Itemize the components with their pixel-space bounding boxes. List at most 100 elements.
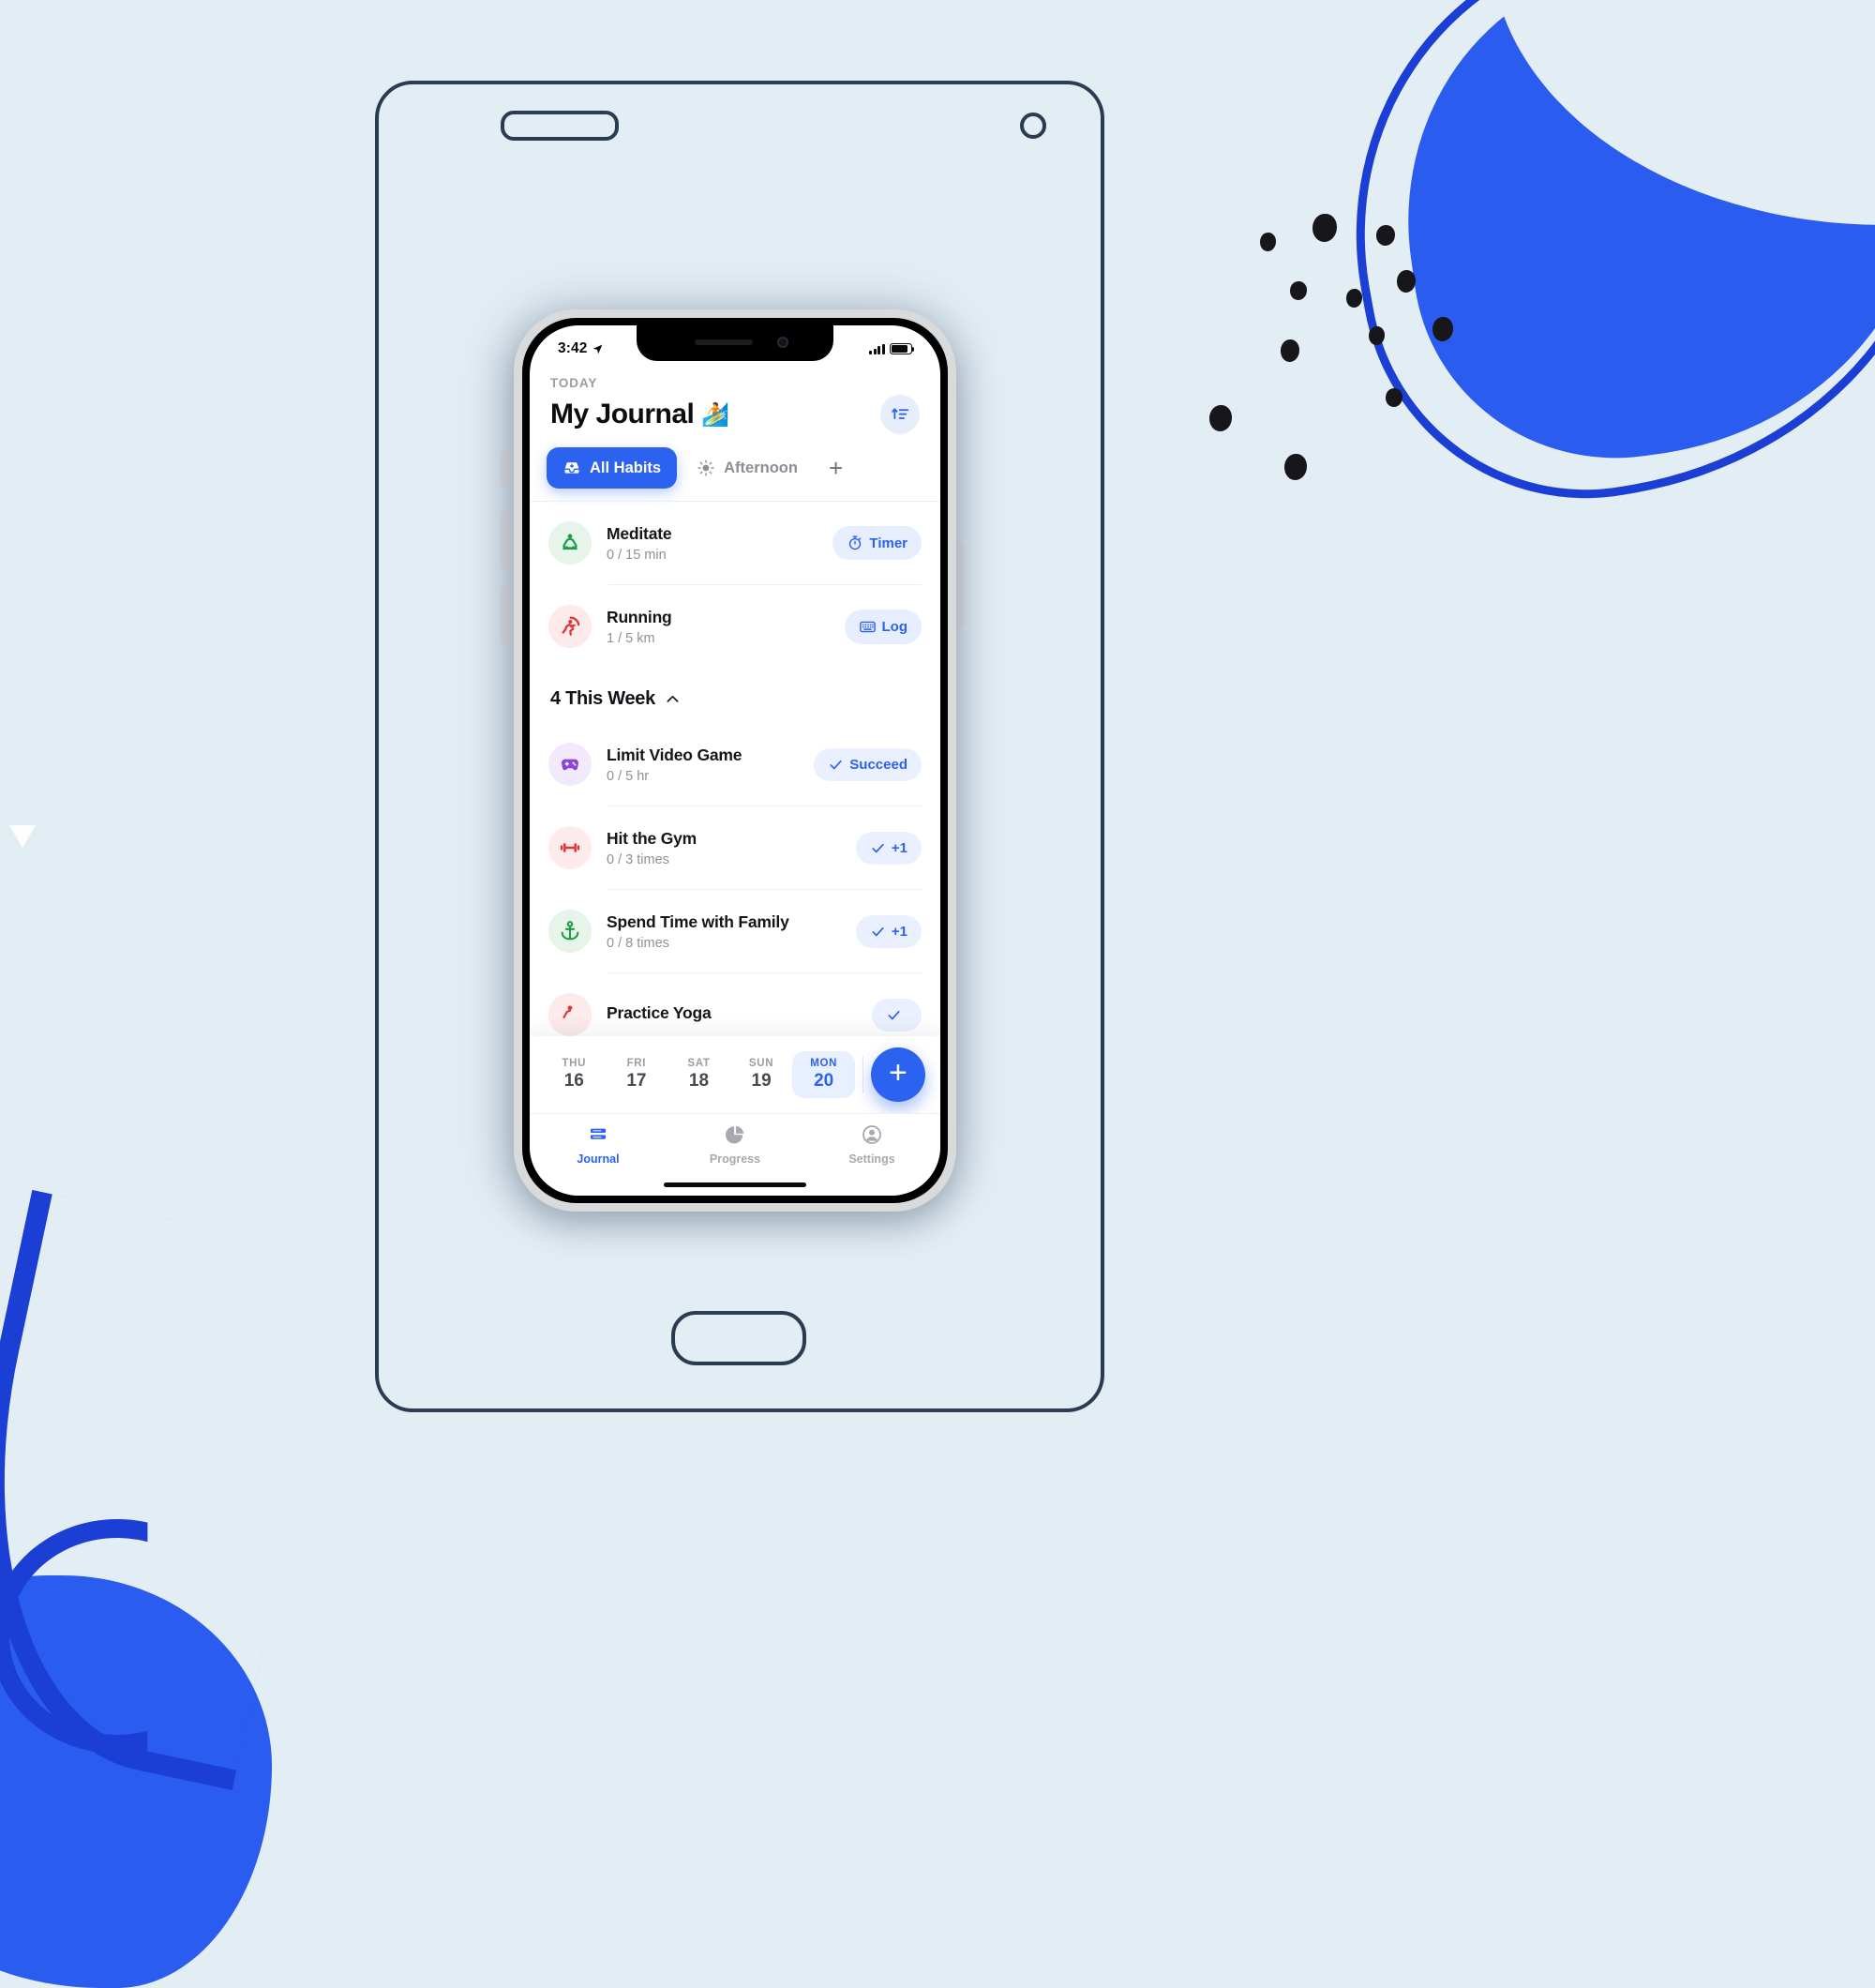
- date-day-number: 16: [563, 1071, 584, 1091]
- habit-row-meditate[interactable]: Meditate 0 / 15 min Timer: [530, 502, 940, 584]
- location-arrow-icon: [593, 344, 603, 354]
- blue-blob-outline-top-right: [1308, 0, 1875, 534]
- increment-button[interactable]: +1: [855, 914, 922, 948]
- phone-notch: [637, 325, 833, 361]
- tab-progress[interactable]: Progress: [667, 1123, 803, 1166]
- date-chip-sat[interactable]: SAT 18: [668, 1051, 730, 1098]
- phone-silent-switch[interactable]: [501, 450, 509, 486]
- inbox-tray-icon: [564, 462, 579, 474]
- succeed-button[interactable]: Succeed: [814, 747, 922, 781]
- habit-row-hit-the-gym[interactable]: Hit the Gym 0 / 3 times +1: [530, 806, 940, 889]
- blue-ring-stroke: [0, 1519, 148, 1754]
- battery-icon: [890, 343, 915, 354]
- cellular-bars-icon: [869, 343, 885, 354]
- eyebrow-today: TODAY: [550, 376, 598, 390]
- tab-afternoon[interactable]: Afternoon: [681, 447, 814, 489]
- phone-device: 3:42 TODAY My Journal 🏄 All Habits After…: [514, 309, 956, 1212]
- tablet-home-button[interactable]: [671, 1311, 806, 1365]
- tab-all-habits[interactable]: All Habits: [547, 447, 678, 489]
- phone-volume-up-button[interactable]: [501, 512, 509, 570]
- blue-blob-bottom-left: [0, 1575, 272, 1988]
- tab-journal[interactable]: Journal: [530, 1123, 667, 1166]
- timer-button[interactable]: Timer: [832, 526, 922, 560]
- phone-screen: 3:42 TODAY My Journal 🏄 All Habits After…: [530, 325, 940, 1196]
- tab-journal-label: Journal: [577, 1152, 620, 1166]
- ink-dot: [1346, 289, 1362, 308]
- date-day-number: 17: [626, 1071, 647, 1091]
- page-title-text: My Journal: [550, 399, 695, 429]
- meditation-icon: [548, 521, 592, 565]
- phone-volume-down-button[interactable]: [501, 587, 509, 645]
- stopwatch-icon: [849, 535, 862, 550]
- habit-row-limit-video-game[interactable]: Limit Video Game 0 / 5 hr Succeed: [530, 723, 940, 806]
- sun-icon: [698, 459, 714, 476]
- ink-dot: [1209, 405, 1232, 431]
- tablet-camera: [1020, 113, 1046, 139]
- add-tab-button[interactable]: +: [823, 456, 848, 480]
- date-chip-mon-selected[interactable]: MON 20: [792, 1051, 855, 1098]
- check-icon: [872, 926, 884, 936]
- keyboard-icon: [859, 621, 876, 632]
- phone-power-button[interactable]: [955, 542, 964, 628]
- date-day-name: FRI: [626, 1058, 647, 1069]
- date-strip-divider: [862, 1056, 863, 1093]
- phone-bezel: 3:42 TODAY My Journal 🏄 All Habits After…: [522, 318, 948, 1203]
- habit-progress: 0 / 5 hr: [607, 768, 650, 784]
- date-day-number: 19: [751, 1071, 772, 1091]
- habit-name: Limit Video Game: [607, 745, 742, 764]
- filter-tab-bar: All Habits Afternoon +: [530, 447, 940, 489]
- date-strip: THU 16 FRI 17 SAT 18 SUN 19 MON 20 +: [530, 1036, 940, 1113]
- date-chip-sun[interactable]: SUN 19: [730, 1051, 793, 1098]
- running-icon: [548, 605, 592, 648]
- habit-row-running[interactable]: Running 1 / 5 km Log: [530, 585, 940, 668]
- earpiece-speaker: [695, 339, 753, 345]
- date-day-name: THU: [562, 1058, 587, 1069]
- app-header: TODAY My Journal 🏄: [530, 367, 940, 434]
- succeed-button-label: Succeed: [849, 756, 908, 773]
- increment-button[interactable]: [872, 998, 922, 1032]
- sort-button[interactable]: [880, 395, 920, 434]
- status-time: 3:42: [558, 340, 588, 356]
- increment-button-label: +1: [891, 839, 908, 856]
- add-habit-fab[interactable]: +: [870, 1047, 925, 1102]
- page-title: My Journal 🏄: [550, 399, 729, 430]
- timer-button-label: Timer: [869, 535, 908, 551]
- habit-name: Meditate: [607, 523, 672, 543]
- date-chip-fri[interactable]: FRI 17: [606, 1051, 668, 1098]
- ink-dot: [1432, 317, 1453, 341]
- ink-dot: [1386, 388, 1402, 407]
- date-day-number: 18: [688, 1071, 710, 1091]
- front-camera: [777, 337, 788, 348]
- date-day-name: SAT: [687, 1058, 711, 1069]
- home-indicator: [664, 1182, 806, 1187]
- date-day-number: 20: [814, 1071, 834, 1091]
- ink-dot: [1284, 454, 1307, 480]
- habit-text: Running 1 / 5 km: [607, 608, 845, 646]
- log-button[interactable]: Log: [844, 609, 922, 644]
- habit-row-spend-time-with-family[interactable]: Spend Time with Family 0 / 8 times +1: [530, 890, 940, 972]
- tab-settings-label: Settings: [848, 1152, 895, 1166]
- status-time-group: 3:42: [558, 340, 604, 357]
- increment-button[interactable]: +1: [855, 831, 922, 865]
- habit-progress: 0 / 3 times: [607, 851, 669, 867]
- log-button-label: Log: [881, 618, 908, 635]
- habit-text: Limit Video Game 0 / 5 hr: [607, 746, 814, 784]
- week-section-title: 4 This Week: [550, 688, 655, 709]
- plus-icon: +: [889, 1055, 908, 1091]
- habit-progress: 0 / 15 min: [607, 547, 667, 563]
- ink-dot: [1312, 214, 1337, 242]
- habit-name: Running: [607, 607, 672, 626]
- habit-text: Spend Time with Family 0 / 8 times: [607, 912, 856, 951]
- app-root: TODAY My Journal 🏄 All Habits Afternoon …: [530, 325, 940, 1196]
- tab-settings[interactable]: Settings: [803, 1123, 940, 1166]
- habit-text: Practice Yoga: [607, 1003, 872, 1027]
- ink-dot: [1397, 270, 1416, 293]
- week-section-header[interactable]: 4 This Week: [530, 668, 940, 723]
- habit-text: Hit the Gym 0 / 3 times: [607, 829, 856, 867]
- tab-all-habits-label: All Habits: [590, 459, 662, 476]
- chevron-up-icon: [667, 695, 679, 702]
- title-row: My Journal 🏄: [550, 395, 920, 434]
- date-chip-thu[interactable]: THU 16: [543, 1051, 606, 1098]
- tab-progress-label: Progress: [709, 1152, 761, 1166]
- ink-dot: [1376, 225, 1395, 246]
